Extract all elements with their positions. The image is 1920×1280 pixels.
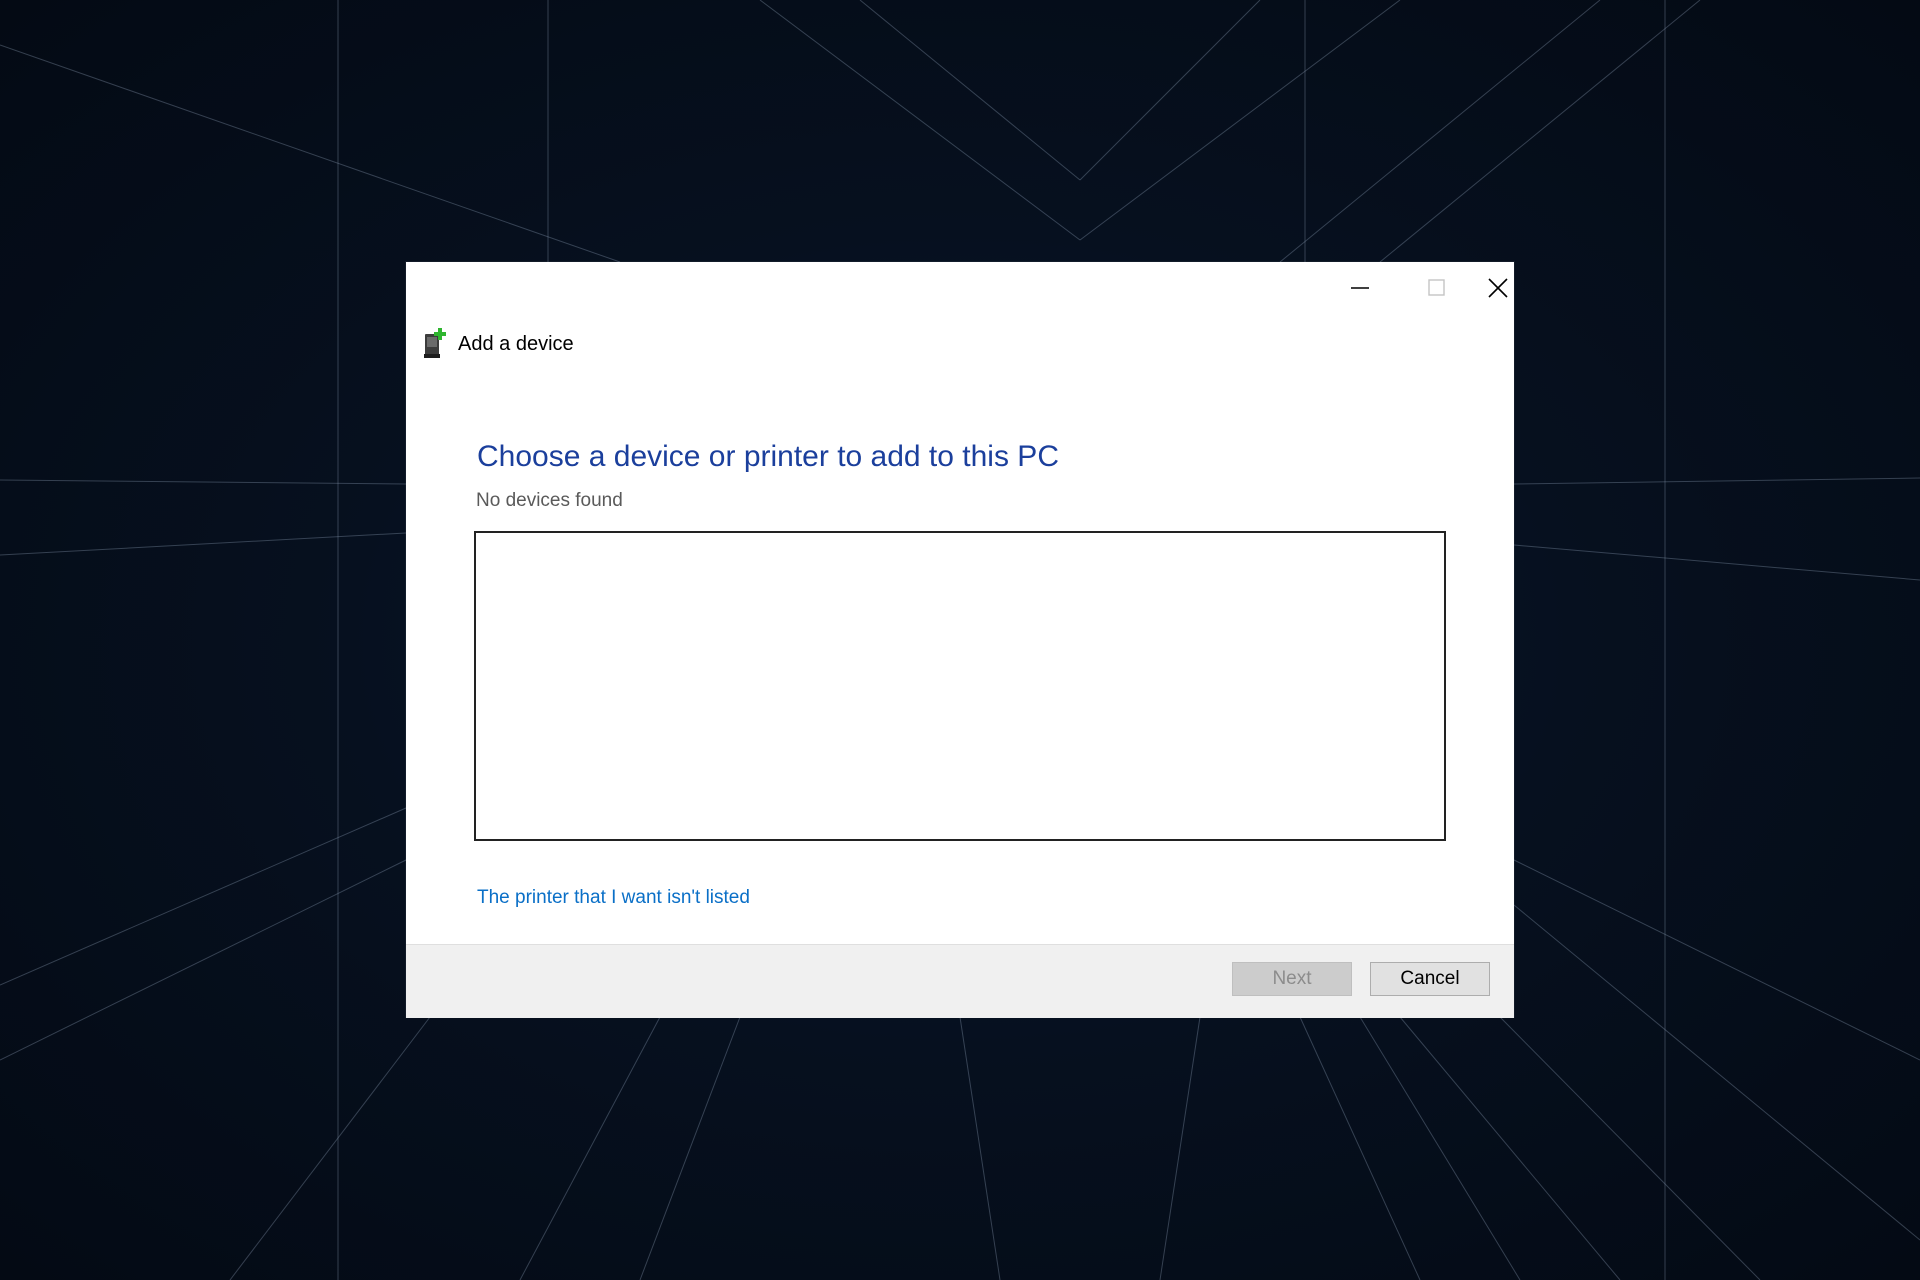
add-device-icon: [424, 328, 446, 358]
device-search-status: No devices found: [476, 490, 623, 511]
close-icon: [1487, 278, 1508, 298]
maximize-button[interactable]: [1401, 262, 1473, 314]
add-device-dialog: Add a device Choose a device or printer …: [406, 262, 1514, 1018]
dialog-header: Add a device: [422, 326, 574, 362]
cancel-button[interactable]: Cancel: [1370, 962, 1490, 996]
desktop-background: Add a device Choose a device or printer …: [0, 0, 1920, 1280]
minimize-icon: [1351, 287, 1369, 289]
dialog-footer: Next Cancel: [406, 944, 1514, 1018]
title-bar[interactable]: [406, 262, 1514, 314]
page-heading: Choose a device or printer to add to thi…: [477, 440, 1059, 473]
next-button[interactable]: Next: [1232, 962, 1352, 996]
close-button[interactable]: [1481, 262, 1514, 314]
maximize-icon: [1428, 279, 1445, 296]
minimize-button[interactable]: [1324, 262, 1396, 314]
printer-not-listed-link[interactable]: The printer that I want isn't listed: [477, 887, 750, 909]
dialog-title: Add a device: [458, 332, 574, 355]
device-list[interactable]: [474, 531, 1446, 841]
